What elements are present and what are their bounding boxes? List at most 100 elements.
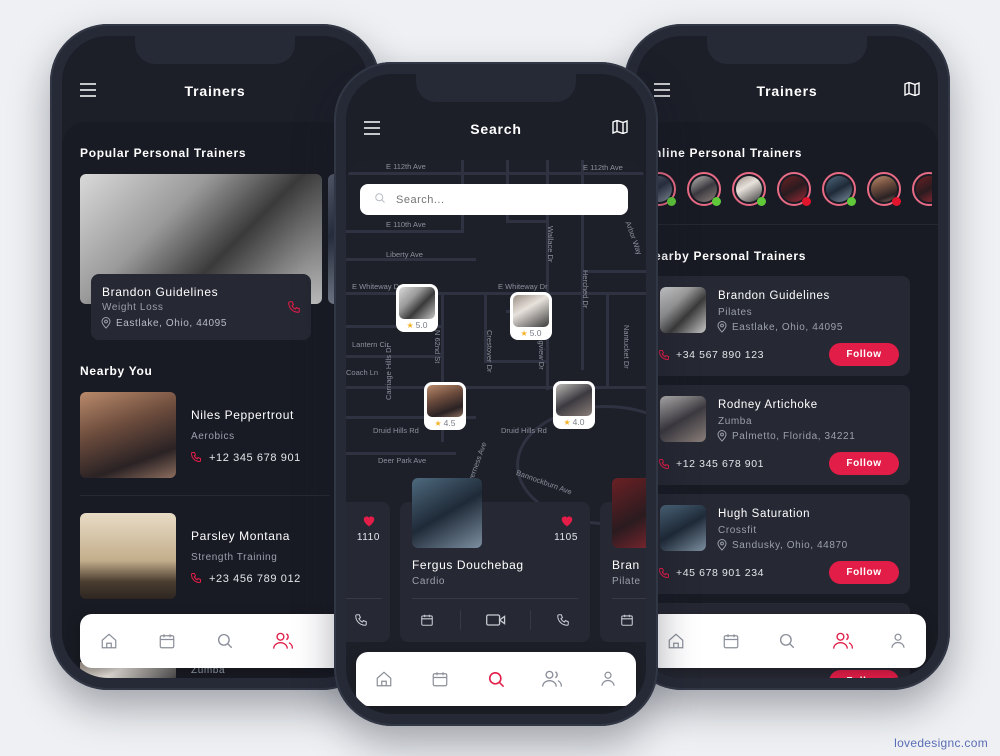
phone-icon[interactable] bbox=[658, 675, 670, 678]
nav-trainers-icon[interactable] bbox=[538, 665, 566, 693]
trainer-photo bbox=[80, 392, 176, 478]
trainer-card[interactable]: Bran Pilate bbox=[600, 478, 646, 642]
bottom-nav bbox=[648, 614, 926, 668]
follow-button[interactable]: Follow bbox=[829, 452, 899, 475]
nav-search-icon[interactable] bbox=[211, 627, 239, 655]
section-title-nearby: earby Personal Trainers bbox=[654, 249, 807, 263]
online-trainer-avatar[interactable] bbox=[777, 172, 811, 206]
street-label: N 62nd St bbox=[433, 330, 442, 364]
pin-rating: 4.0 bbox=[572, 417, 585, 427]
trainer-location: Eastlake, Ohio, 44095 bbox=[732, 322, 843, 333]
phone-icon[interactable] bbox=[190, 571, 202, 589]
nav-search-icon[interactable] bbox=[773, 627, 801, 655]
nav-search-icon[interactable] bbox=[482, 665, 510, 693]
map-pin[interactable]: ★ 4.5 bbox=[424, 382, 466, 430]
hamburger-menu-icon[interactable] bbox=[364, 121, 380, 140]
phone-icon[interactable] bbox=[556, 613, 570, 632]
hamburger-menu-icon[interactable] bbox=[80, 83, 96, 102]
trainer-location: Sandusky, Ohio, 44870 bbox=[732, 540, 848, 551]
hamburger-menu-icon[interactable] bbox=[654, 83, 670, 102]
nearby-trainer-card[interactable]: Rodney Artichoke Zumba Palmetto, Florida… bbox=[648, 385, 910, 485]
phone-icon[interactable] bbox=[658, 348, 670, 366]
follow-button[interactable]: Follow bbox=[829, 561, 899, 584]
star-icon: ★ bbox=[520, 328, 528, 338]
nav-calendar-icon[interactable] bbox=[153, 627, 181, 655]
map-view[interactable]: E 112th Ave E 112th Ave E 110th Ave Libe… bbox=[346, 160, 646, 714]
nav-trainers-icon[interactable] bbox=[829, 627, 857, 655]
phone-icon[interactable] bbox=[658, 566, 670, 584]
trainer-photo bbox=[80, 513, 176, 599]
follow-button[interactable]: Follow bbox=[829, 343, 899, 366]
pin-rating: 5.0 bbox=[529, 328, 542, 338]
trainer-photo bbox=[660, 396, 706, 442]
content-panel: Popular Personal Trainers Brandon Guidel… bbox=[62, 122, 368, 678]
phone-icon[interactable] bbox=[190, 450, 202, 468]
video-call-icon[interactable] bbox=[486, 613, 506, 632]
trainer-card[interactable]: 1110 bbox=[346, 502, 390, 642]
divider bbox=[460, 610, 461, 630]
calendar-icon[interactable] bbox=[620, 613, 634, 632]
trainer-photo bbox=[412, 478, 482, 548]
nav-home-icon[interactable] bbox=[370, 665, 398, 693]
road bbox=[506, 220, 546, 223]
calendar-icon[interactable] bbox=[420, 613, 434, 632]
star-icon: ★ bbox=[563, 417, 571, 427]
trainer-specialty: Pilate bbox=[612, 576, 641, 587]
heart-icon[interactable] bbox=[362, 514, 376, 532]
street-label: Herched Dr bbox=[581, 270, 590, 309]
road bbox=[346, 292, 646, 295]
map-pin[interactable]: ★ 5.0 bbox=[510, 292, 552, 340]
nav-calendar-icon[interactable] bbox=[426, 665, 454, 693]
nav-trainers-icon[interactable] bbox=[269, 627, 297, 655]
trainer-specialty: Weight Loss bbox=[102, 302, 164, 313]
nearby-list-item[interactable]: Niles Peppertrout Aerobics +12 345 678 9… bbox=[80, 392, 350, 478]
online-trainer-avatar[interactable] bbox=[867, 172, 901, 206]
heart-icon[interactable] bbox=[560, 514, 574, 532]
status-offline-indicator bbox=[802, 197, 811, 206]
map-pin[interactable]: ★ 4.0 bbox=[553, 381, 595, 429]
status-online-indicator bbox=[847, 197, 856, 206]
top-bar: Trainers bbox=[636, 74, 938, 108]
bottom-nav bbox=[356, 652, 636, 706]
trainer-specialty: Aerobics bbox=[191, 431, 235, 442]
follow-button[interactable]: Follow bbox=[829, 670, 899, 678]
nearby-list-item[interactable]: Parsley Montana Strength Training +23 45… bbox=[80, 513, 350, 599]
map-icon[interactable] bbox=[612, 119, 628, 139]
trainer-name: Hugh Saturation bbox=[718, 508, 811, 520]
online-trainer-avatar[interactable] bbox=[822, 172, 856, 206]
trainer-phone: +34 567 890 123 bbox=[676, 349, 765, 361]
map-pin[interactable]: ★ 5.0 bbox=[396, 284, 438, 332]
street-label: Carriage Hills Dr bbox=[384, 344, 393, 400]
search-input[interactable] bbox=[396, 193, 596, 206]
nav-profile-icon[interactable] bbox=[594, 665, 622, 693]
nav-home-icon[interactable] bbox=[662, 627, 690, 655]
location-pin-icon bbox=[101, 316, 111, 334]
nearby-trainer-card[interactable]: Brandon Guidelines Pilates Eastlake, Ohi… bbox=[648, 276, 910, 376]
phone-icon[interactable] bbox=[287, 300, 301, 319]
featured-trainer-card[interactable]: Brandon Guidelines Weight Loss Eastlake,… bbox=[91, 274, 311, 340]
phone-icon[interactable] bbox=[658, 457, 670, 475]
section-title-online: nline Personal Trainers bbox=[654, 146, 803, 160]
nav-home-icon[interactable] bbox=[95, 627, 123, 655]
trainer-card[interactable]: 1105 Fergus Douchebag Cardio bbox=[400, 478, 590, 642]
road bbox=[346, 172, 646, 175]
trainer-photo bbox=[660, 287, 706, 333]
street-label: Liberty Ave bbox=[386, 250, 423, 259]
nav-profile-icon[interactable] bbox=[884, 627, 912, 655]
online-trainer-avatar[interactable] bbox=[687, 172, 721, 206]
online-trainer-avatar[interactable] bbox=[912, 172, 932, 206]
phone-icon[interactable] bbox=[354, 613, 368, 632]
pin-photo bbox=[556, 384, 592, 416]
divider bbox=[612, 598, 646, 599]
street-label: Arbor Way bbox=[623, 220, 645, 257]
online-trainer-avatar[interactable] bbox=[732, 172, 766, 206]
search-field[interactable] bbox=[360, 184, 628, 215]
trainer-phone: +12 345 678 901 bbox=[676, 676, 764, 678]
street-label: Druid Hills Rd bbox=[373, 426, 419, 435]
online-trainers-row[interactable] bbox=[642, 172, 932, 212]
map-icon[interactable] bbox=[904, 81, 920, 101]
nav-calendar-icon[interactable] bbox=[717, 627, 745, 655]
trainer-photo bbox=[612, 478, 646, 548]
pin-photo bbox=[513, 295, 549, 327]
nearby-trainer-card[interactable]: Hugh Saturation Crossfit Sandusky, Ohio,… bbox=[648, 494, 910, 594]
